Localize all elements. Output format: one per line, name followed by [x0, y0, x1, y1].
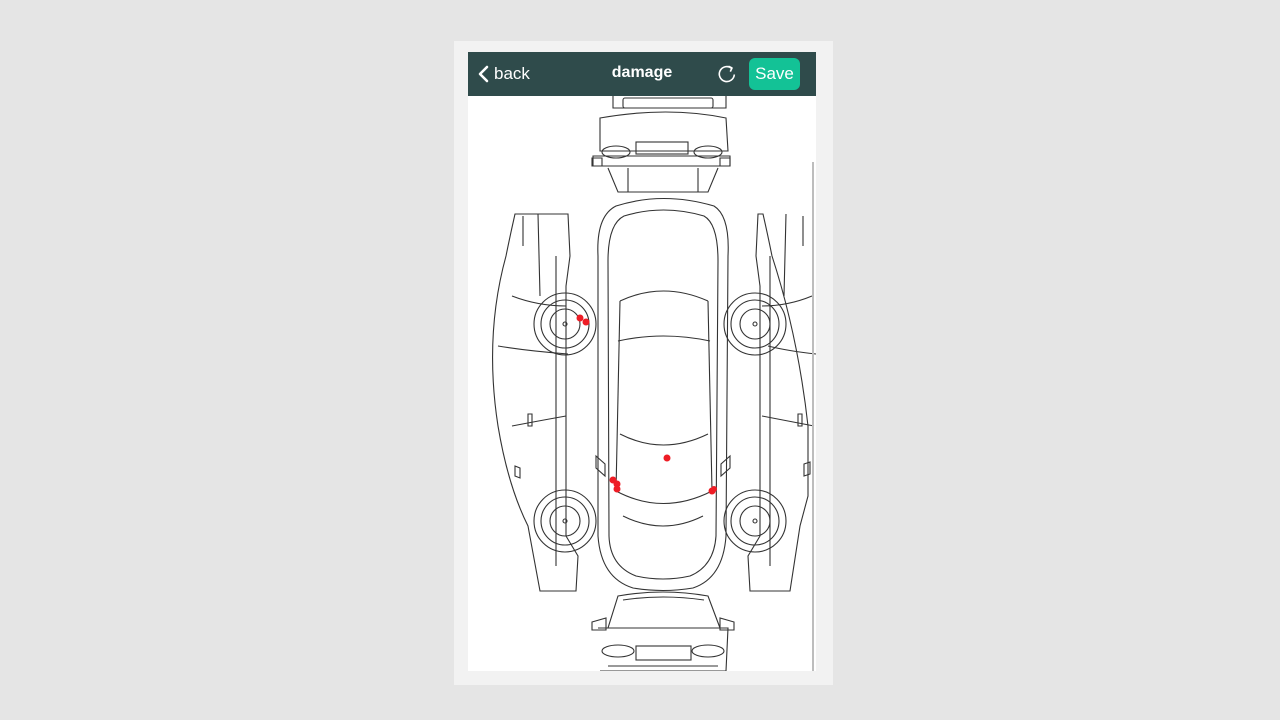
save-button[interactable]: Save — [749, 58, 800, 90]
damage-mark[interactable] — [663, 454, 671, 462]
chevron-left-icon — [478, 65, 489, 83]
damage-mark[interactable] — [711, 486, 717, 492]
car-front-view[interactable] — [591, 591, 735, 671]
damage-mark[interactable] — [582, 318, 590, 326]
car-right-side-view[interactable] — [723, 213, 816, 592]
refresh-icon — [718, 65, 736, 83]
back-label: back — [494, 64, 530, 83]
car-rear-view[interactable] — [591, 96, 731, 193]
refresh-button[interactable] — [716, 63, 738, 85]
vertical-scrollbar[interactable] — [812, 162, 814, 671]
damage-mark[interactable] — [576, 314, 584, 322]
car-left-side-view[interactable] — [492, 213, 597, 592]
phone-frame: back damage Save — [454, 41, 833, 685]
app-screen: back damage Save — [468, 52, 816, 671]
top-bar: back damage Save — [468, 52, 816, 96]
damage-mark[interactable] — [613, 485, 621, 493]
car-outline-diagram[interactable] — [468, 96, 816, 671]
back-button[interactable]: back — [476, 60, 530, 88]
damage-diagram-canvas[interactable] — [468, 96, 816, 671]
car-top-view[interactable] — [595, 198, 731, 592]
